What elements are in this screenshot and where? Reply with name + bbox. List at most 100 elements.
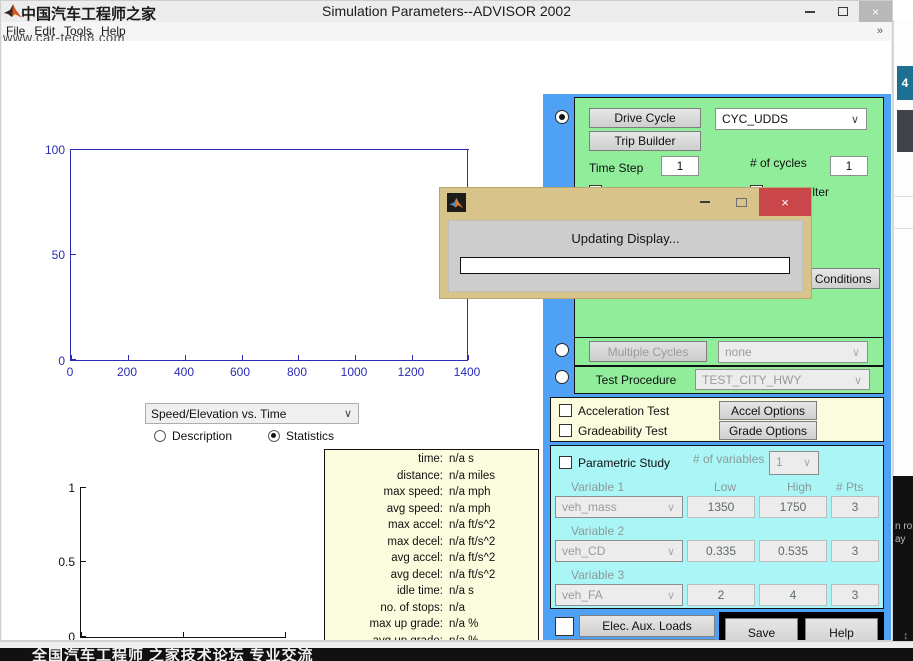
elec-aux-loads-button[interactable]: Elec. Aux. Loads xyxy=(579,615,715,637)
load-sim-setup-button[interactable]: Load Sim. Setup xyxy=(555,639,715,640)
drive-cycle-button[interactable]: Drive Cycle xyxy=(589,108,701,128)
menu-overflow-icon[interactable]: » xyxy=(877,25,883,37)
variable-1-select[interactable]: veh_mass ∨ xyxy=(555,496,683,518)
time-step-input[interactable]: 1 xyxy=(661,156,699,176)
chevron-down-icon: ∨ xyxy=(851,347,860,359)
table-row: no. of stops: n/a xyxy=(325,602,538,619)
dialog-minimize-button[interactable] xyxy=(687,188,723,216)
test-procedure-select[interactable]: TEST_CITY_HWY ∨ xyxy=(695,369,870,390)
stat-value: n/a mph xyxy=(449,502,491,515)
stat-value: n/a ft/s^2 xyxy=(449,535,496,548)
num-variables-value: 1 xyxy=(776,455,783,469)
variable-3-low[interactable]: 2 xyxy=(687,584,755,606)
radio-description[interactable] xyxy=(154,430,166,442)
plot-top-spine xyxy=(71,149,469,151)
plot-type-select[interactable]: Speed/Elevation vs. Time ∨ xyxy=(145,403,359,424)
test-procedure-group: Test Procedure TEST_CITY_HWY ∨ xyxy=(574,366,884,394)
menu-bar: File Edit Tools Help » xyxy=(2,22,891,42)
minimize-icon xyxy=(804,10,815,13)
multiple-cycles-value: none xyxy=(725,345,752,359)
simulation-parameters-window: Simulation Parameters--ADVISOR 2002 × 中国… xyxy=(0,0,893,641)
statistics-panel: time: n/a s distance: n/a miles max speed:… xyxy=(324,449,539,641)
variable-2-label: Variable 2 xyxy=(571,524,625,538)
minimize-button[interactable] xyxy=(793,1,826,22)
background-dark-bar xyxy=(897,110,913,152)
variable-3-value: veh_FA xyxy=(562,588,603,602)
table-row: time: n/a s xyxy=(325,453,538,470)
stat-value: n/a mph xyxy=(449,486,491,498)
progress-bar xyxy=(460,257,790,274)
test-procedure-value: TEST_CITY_HWY xyxy=(702,373,802,387)
figure-canvas: 0 200 400 600 800 1000 1200 1400 0 50 10… xyxy=(2,41,891,641)
acceleration-test-checkbox[interactable] xyxy=(559,404,572,417)
stat-label: avg up grade: xyxy=(372,634,443,641)
variable-2-pts[interactable]: 3 xyxy=(831,540,879,562)
y2-tick-1: 1 xyxy=(68,481,75,495)
multiple-cycles-select[interactable]: none ∨ xyxy=(718,341,868,363)
stat-value: n/a % xyxy=(449,634,479,641)
dialog-maximize-button[interactable] xyxy=(723,188,759,216)
num-variables-select[interactable]: 1 ∨ xyxy=(769,451,819,475)
x-tick-800: 800 xyxy=(286,365,308,379)
y-tick-50: 50 xyxy=(51,248,65,262)
maximize-button[interactable] xyxy=(826,1,859,22)
variable-2-low[interactable]: 0.335 xyxy=(687,540,755,562)
variable-1-label: Variable 1 xyxy=(571,480,625,494)
stat-label: idle time: xyxy=(396,585,443,597)
variable-3-select[interactable]: veh_FA ∨ xyxy=(555,584,683,606)
elec-aux-loads-checkbox[interactable] xyxy=(555,617,574,636)
variable-2-select[interactable]: veh_CD ∨ xyxy=(555,540,683,562)
radio-statistics[interactable] xyxy=(268,430,280,442)
radio-statistics-label: Statistics xyxy=(286,429,335,443)
trip-builder-button[interactable]: Trip Builder xyxy=(589,131,701,151)
variable-3-high[interactable]: 4 xyxy=(759,584,827,606)
maximize-icon xyxy=(735,197,747,207)
secondary-plot xyxy=(80,487,286,638)
accel-options-button[interactable]: Accel Options xyxy=(719,401,817,420)
stat-label: no. of stops: xyxy=(380,601,443,614)
stat-value: n/a ft/s^2 xyxy=(449,568,496,581)
y-tick-100: 100 xyxy=(44,143,65,157)
dialog-message: Updating Display... xyxy=(571,231,680,246)
radio-multiple-cycles[interactable] xyxy=(555,343,569,357)
save-button[interactable]: Save xyxy=(725,618,798,640)
plot-type-value: Speed/Elevation vs. Time xyxy=(151,407,287,421)
dialog-close-button[interactable]: × xyxy=(759,188,811,216)
chevron-down-icon: ∨ xyxy=(850,114,859,126)
chevron-down-icon: ∨ xyxy=(802,457,811,469)
variable-3-label: Variable 3 xyxy=(571,568,625,582)
test-procedure-button[interactable]: Test Procedure xyxy=(585,370,687,390)
variable-1-high[interactable]: 1750 xyxy=(759,496,827,518)
multiple-cycles-button[interactable]: Multiple Cycles xyxy=(589,341,707,362)
parametric-study-checkbox[interactable] xyxy=(559,456,572,469)
grade-options-button[interactable]: Grade Options xyxy=(719,421,817,440)
radio-test-procedure[interactable] xyxy=(555,370,569,384)
num-variables-label: # of variables xyxy=(693,452,765,466)
help-button[interactable]: Help xyxy=(805,618,878,640)
variable-1-pts[interactable]: 3 xyxy=(831,496,879,518)
close-button[interactable]: × xyxy=(859,1,892,22)
view-mode-radios: Description Statistics xyxy=(154,429,394,445)
x-tick-200: 200 xyxy=(116,365,138,379)
matlab-logo-icon xyxy=(449,197,464,208)
variable-1-low[interactable]: 1350 xyxy=(687,496,755,518)
background-bottom-strip: 全国汽车工程师 之家技术论坛 专业交流 xyxy=(0,648,913,661)
table-row: avg speed: n/a mph xyxy=(325,503,538,520)
table-row: distance: n/a miles xyxy=(325,470,538,487)
variable-2-high[interactable]: 0.535 xyxy=(759,540,827,562)
gradeability-test-checkbox[interactable] xyxy=(559,424,572,437)
background-badge: 4 xyxy=(897,66,913,100)
column-low-label: Low xyxy=(714,480,737,494)
background-separator-2 xyxy=(893,228,913,229)
stat-value: n/a ft/s^2 xyxy=(449,519,496,531)
radio-drive-cycle[interactable] xyxy=(555,110,569,124)
cycle-select[interactable]: CYC_UDDS ∨ xyxy=(715,108,867,130)
num-cycles-input[interactable]: 1 xyxy=(830,156,868,176)
variable-3-pts[interactable]: 3 xyxy=(831,584,879,606)
x-tick-1200: 1200 xyxy=(397,365,425,379)
stat-label: time: xyxy=(418,453,443,465)
speed-elevation-plot xyxy=(70,149,469,361)
stat-label: distance: xyxy=(396,469,443,482)
gradeability-test-label: Gradeability Test xyxy=(578,424,668,438)
cycle-select-value: CYC_UDDS xyxy=(722,112,789,126)
